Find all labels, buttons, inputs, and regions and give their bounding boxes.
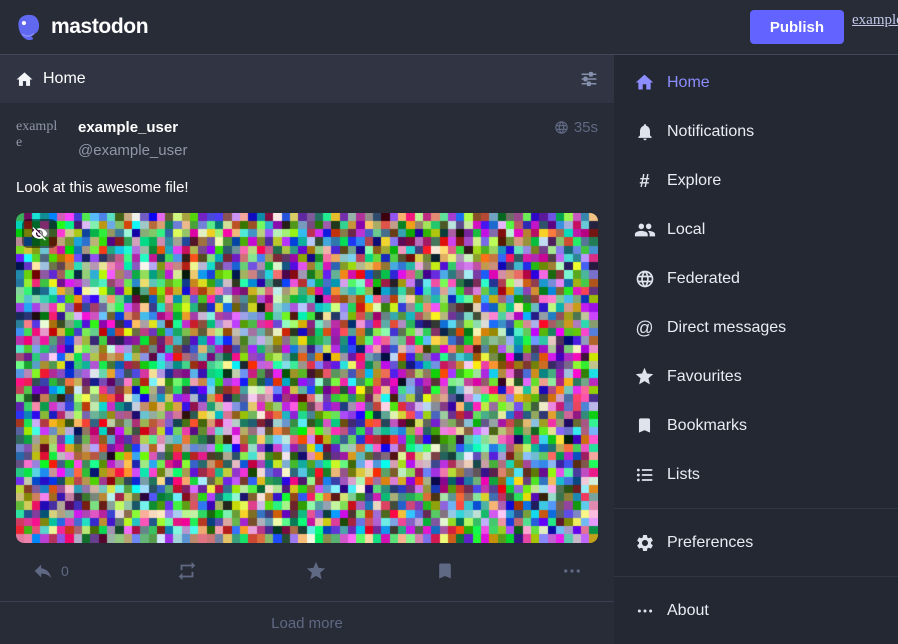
sidebar-item-federated[interactable]: Federated: [614, 254, 898, 303]
sidebar-item-lists[interactable]: Lists: [614, 450, 898, 499]
eye-slash-icon: [31, 225, 48, 242]
topbar-right: Publish example: [750, 0, 898, 54]
navigation-panel: Home Notifications # Explore Local Feder…: [614, 55, 898, 644]
sidebar-item-bookmarks[interactable]: Bookmarks: [614, 401, 898, 450]
column-title: Home: [43, 70, 86, 88]
mastodon-logo-icon: [14, 12, 44, 43]
sidebar-item-label: Local: [667, 218, 705, 241]
sidebar-divider: [614, 508, 898, 509]
account-name-link[interactable]: example_user @example_user: [78, 119, 554, 159]
boost-icon[interactable]: [176, 560, 198, 582]
ellipsis-icon: [633, 602, 656, 620]
hide-media-button[interactable]: [22, 219, 57, 248]
app-body: Home example example_user @example_user: [0, 55, 898, 644]
sidebar-item-label: Federated: [667, 267, 740, 290]
sidebar-item-explore[interactable]: # Explore: [614, 156, 898, 205]
status-post: example example_user @example_user 35s L…: [0, 103, 614, 601]
brand-wordmark: mastodon: [51, 15, 148, 39]
bookmark-icon: [633, 416, 656, 435]
status-content: Look at this awesome file!: [16, 177, 598, 198]
account-link[interactable]: example: [852, 12, 898, 29]
sidebar-item-direct-messages[interactable]: @ Direct messages: [614, 303, 898, 352]
sidebar-item-label: Lists: [667, 463, 700, 486]
post-header: example example_user @example_user 35s: [16, 119, 598, 165]
sidebar-item-about[interactable]: About: [614, 586, 898, 635]
favourite-icon[interactable]: [305, 560, 327, 582]
star-icon: [633, 366, 656, 387]
load-more-button[interactable]: Load more: [0, 601, 614, 644]
media-image: [16, 213, 598, 543]
sidebar-item-home[interactable]: Home: [614, 58, 898, 107]
column-header[interactable]: Home: [0, 55, 614, 103]
sidebar-item-notifications[interactable]: Notifications: [614, 107, 898, 156]
bell-icon: [633, 122, 656, 142]
sidebar-item-label: Preferences: [667, 531, 753, 554]
timestamp-text: 35s: [574, 119, 598, 136]
sidebar-item-label: Explore: [667, 169, 721, 192]
sidebar-item-label: Bookmarks: [667, 414, 747, 437]
reply-count: 0: [61, 563, 69, 579]
bookmark-icon[interactable]: [435, 561, 455, 581]
at-icon: @: [633, 318, 656, 338]
sidebar-item-label: About: [667, 599, 709, 622]
list-icon: [633, 465, 656, 485]
home-icon: [633, 72, 656, 93]
sidebar-item-local[interactable]: Local: [614, 205, 898, 254]
sidebar-item-label: Direct messages: [667, 316, 786, 339]
media-attachment[interactable]: [16, 213, 598, 543]
sliders-icon[interactable]: [579, 69, 599, 89]
sidebar-item-favourites[interactable]: Favourites: [614, 352, 898, 401]
reply-group: 0: [32, 560, 69, 582]
more-options-icon[interactable]: [562, 561, 582, 581]
publish-button[interactable]: Publish: [750, 10, 844, 44]
globe-icon: [554, 120, 569, 135]
sidebar-item-label: Notifications: [667, 120, 754, 143]
topbar: mastodon Publish example: [0, 0, 898, 55]
sidebar-item-label: Favourites: [667, 365, 742, 388]
hashtag-icon: #: [633, 171, 656, 191]
mastodon-logo[interactable]: mastodon: [14, 12, 148, 43]
home-icon: [15, 70, 34, 89]
reply-icon[interactable]: [32, 560, 54, 582]
display-name: example_user: [78, 119, 554, 136]
sidebar-item-label: Home: [667, 71, 710, 94]
sidebar-divider: [614, 576, 898, 577]
sidebar-item-preferences[interactable]: Preferences: [614, 518, 898, 567]
account-handle: @example_user: [78, 142, 554, 159]
action-bar: 0: [16, 543, 598, 601]
gear-icon: [633, 533, 656, 553]
globe-icon: [633, 269, 656, 289]
home-column: Home example example_user @example_user: [0, 55, 614, 644]
timestamp-link[interactable]: 35s: [554, 119, 598, 136]
users-icon: [633, 219, 656, 241]
avatar[interactable]: example: [16, 119, 62, 165]
